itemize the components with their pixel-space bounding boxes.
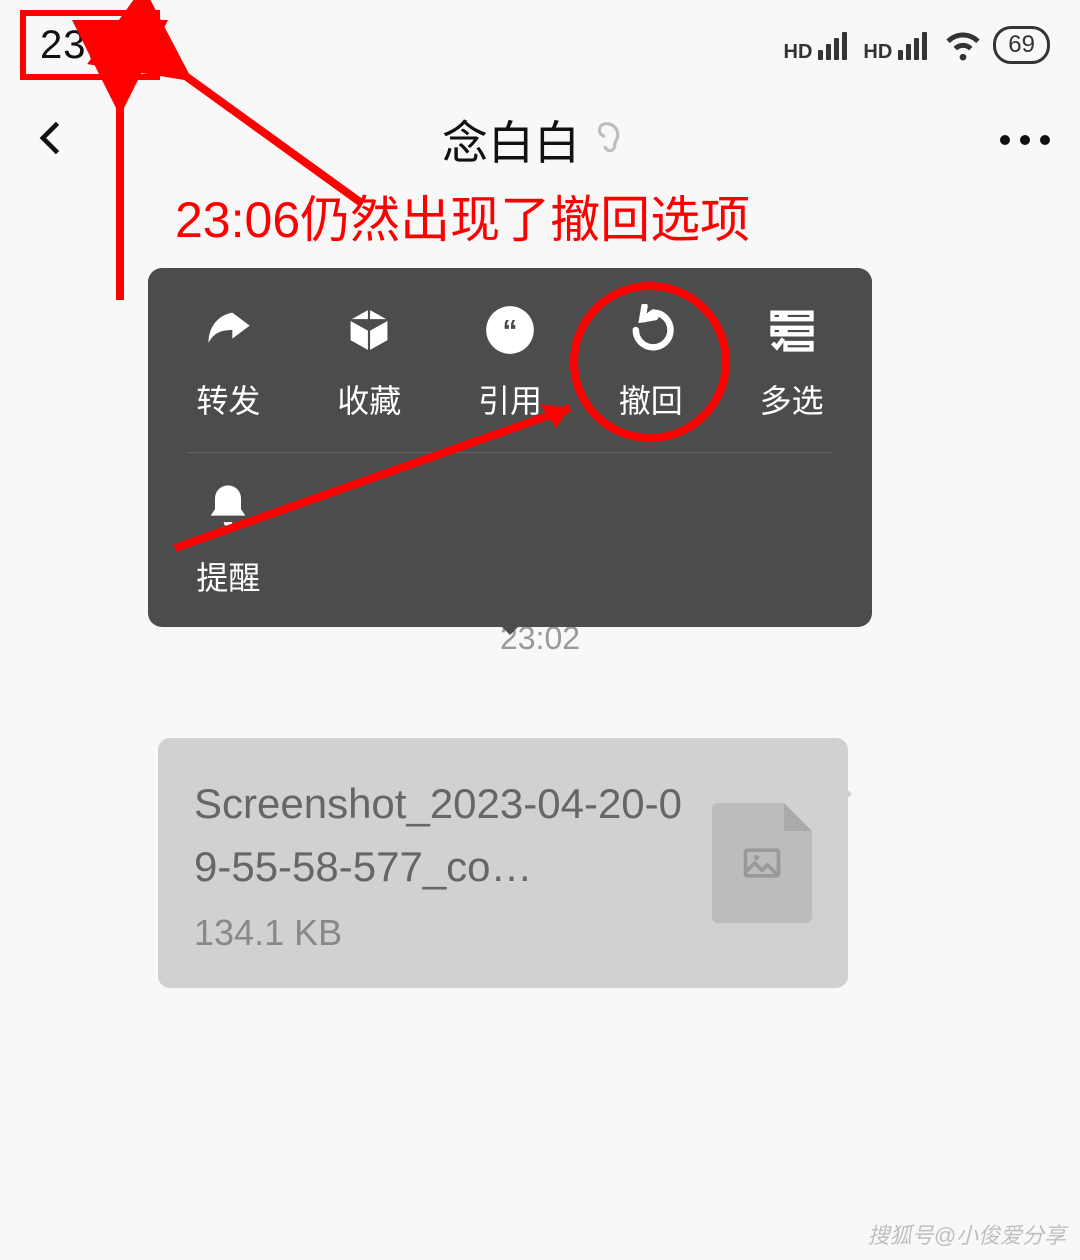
nav-title-wrap: 念白白 [442,107,632,173]
hd-indicator-2: HD [863,41,892,64]
status-right: HD HD 69 [784,23,1050,68]
watermark: 搜狐号@小俊爱分享 [868,1218,1066,1250]
battery-indicator: 69 [993,26,1050,64]
menu-label: 提醒 [196,553,260,599]
recall-icon [623,302,679,358]
chat-title: 念白白 [442,107,580,173]
menu-divider [188,452,832,453]
chat-nav: 念白白 [0,90,1080,190]
status-bar: 23:06 HD HD 69 [0,0,1080,90]
menu-label: 收藏 [337,376,401,422]
signal-icon-2 [898,30,927,60]
menu-remind[interactable]: 提醒 [158,479,299,599]
file-name: Screenshot_2023-04-20-09-55-58-577_co… [194,772,688,898]
menu-quote[interactable]: “ 引用 [440,302,581,422]
hd-indicator-1: HD [784,41,813,64]
multiselect-icon [764,302,820,358]
menu-label: 多选 [760,376,824,422]
menu-recall[interactable]: 撤回 [580,302,721,422]
file-thumbnail [712,803,812,923]
annotation-box-time [20,10,160,80]
back-button[interactable] [30,116,74,165]
annotation-text: 23:06仍然出现了撤回选项 [175,180,750,252]
menu-favorite[interactable]: 收藏 [299,302,440,422]
forward-icon [200,302,256,358]
remind-icon [200,479,256,535]
menu-label: 转发 [196,376,260,422]
file-info: Screenshot_2023-04-20-09-55-58-577_co… 1… [194,772,688,954]
message-context-menu: 转发 收藏 “ 引用 撤回 多选 提醒 [148,268,872,627]
signal-icon-1 [818,30,847,60]
favorite-icon [341,302,397,358]
earpiece-icon [594,119,632,162]
message-bubble[interactable]: Screenshot_2023-04-20-09-55-58-577_co… 1… [158,738,848,988]
menu-forward[interactable]: 转发 [158,302,299,422]
svg-text:“: “ [502,315,517,348]
menu-label: 撤回 [619,376,683,422]
menu-multiselect[interactable]: 多选 [721,302,862,422]
menu-label: 引用 [478,376,542,422]
quote-icon: “ [482,302,538,358]
wifi-icon [943,23,983,68]
more-button[interactable] [1000,135,1050,145]
file-size: 134.1 KB [194,912,688,954]
